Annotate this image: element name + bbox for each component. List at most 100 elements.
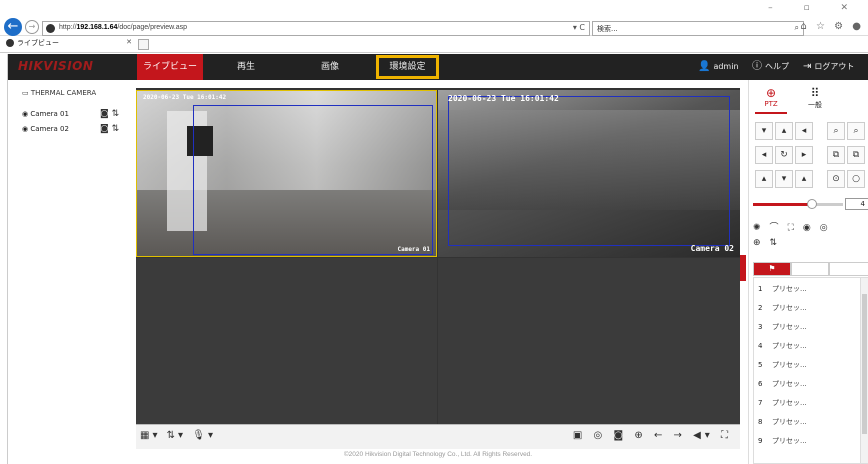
- slider-knob[interactable]: [807, 199, 818, 209]
- preset-label: プリセッ...: [772, 399, 807, 407]
- help-link[interactable]: ⓘ ヘルプ: [752, 54, 789, 80]
- list-item[interactable]: 2 プリセッ...: [758, 303, 807, 313]
- microphone-icon[interactable]: 🎙▾: [192, 430, 216, 441]
- list-item[interactable]: 6 プリセッ...: [758, 379, 807, 389]
- copyright: ©2020 Hikvision Digital Technology Co., …: [343, 451, 533, 458]
- tab-close-icon[interactable]: ✕: [126, 38, 132, 46]
- logout-link[interactable]: ⇥ ログアウト: [803, 54, 854, 80]
- manual-track-icon[interactable]: ◎: [820, 223, 837, 233]
- forward-icon[interactable]: →: [25, 20, 39, 34]
- new-tab-button[interactable]: [138, 39, 149, 50]
- capture-icon[interactable]: ◎: [594, 430, 607, 441]
- preset-scrollbar[interactable]: [860, 278, 868, 463]
- nav-liveview[interactable]: ライブビュー: [137, 54, 203, 80]
- list-item[interactable]: 4 プリセッ...: [758, 341, 807, 351]
- tab-general[interactable]: ⠿ 一般: [795, 86, 835, 110]
- panel-collapse-handle[interactable]: [740, 255, 746, 281]
- back-icon[interactable]: ←: [4, 18, 22, 36]
- light-icon[interactable]: ✺: [753, 223, 770, 233]
- address-bar[interactable]: http://192.168.1.64/doc/page/preview.asp…: [42, 21, 590, 36]
- ptz-down-left-button[interactable]: ▴: [755, 170, 773, 188]
- home-star-gear-icons[interactable]: ⌂ ☆ ⚙ ●: [800, 21, 864, 32]
- video-pane-empty-3[interactable]: [136, 258, 437, 424]
- list-item[interactable]: 3 プリセッ...: [758, 322, 807, 332]
- iris-open-button[interactable]: ⊙: [827, 170, 845, 188]
- list-item[interactable]: 8 プリセッ...: [758, 417, 807, 427]
- volume-icon[interactable]: ◀▾: [693, 430, 714, 441]
- ptz-auto-button[interactable]: ↻: [775, 146, 793, 164]
- ptz-tab-icon: ⊕: [765, 86, 777, 100]
- logout-label: ログアウト: [814, 62, 855, 71]
- ptz-down-button[interactable]: ▾: [775, 170, 793, 188]
- focus-near-button[interactable]: ⧉: [827, 146, 845, 164]
- tab-patterns[interactable]: [829, 262, 868, 276]
- site-favicon-icon: [46, 24, 55, 33]
- list-item[interactable]: 5 プリセッ...: [758, 360, 807, 370]
- tracking-icon[interactable]: ⇅: [770, 238, 787, 248]
- record-icon[interactable]: ◙: [100, 124, 109, 134]
- tree-item-label: Camera 02: [30, 125, 69, 133]
- tree-item-label: Camera 01: [30, 110, 69, 118]
- prev-page-icon[interactable]: ←: [654, 430, 666, 441]
- stop-all-icon[interactable]: ▣: [573, 430, 586, 441]
- user-menu[interactable]: 👤 admin: [698, 54, 739, 80]
- preset-label: プリセッ...: [772, 304, 807, 312]
- record-all-icon[interactable]: ◙: [613, 430, 627, 441]
- ptz-up-button[interactable]: ▴: [775, 122, 793, 140]
- tab-presets[interactable]: ⚑: [753, 262, 791, 276]
- ptz-speed-slider[interactable]: [753, 199, 843, 209]
- tab-strip: ライブビュー ✕: [0, 36, 868, 53]
- search-icon[interactable]: ⌕: [795, 23, 799, 33]
- list-item[interactable]: 1 プリセッ...: [758, 284, 807, 294]
- zoom-in-button[interactable]: ⌕: [827, 122, 845, 140]
- lens-init-icon[interactable]: ◉: [803, 223, 820, 233]
- layout-icon[interactable]: ▦▾: [140, 430, 160, 441]
- nav-playback[interactable]: 再生: [218, 54, 274, 80]
- tab-ptz-label: PTZ: [764, 100, 778, 108]
- tree-item-camera-01[interactable]: ◉ Camera 01 ◙ ⇅: [22, 109, 119, 119]
- refresh-icon[interactable]: ▾ C: [573, 23, 585, 32]
- preset-num: 6: [758, 380, 763, 388]
- record-icon[interactable]: ◙: [100, 109, 109, 119]
- fullscreen-icon[interactable]: ⛶: [721, 430, 732, 441]
- preset-num: 5: [758, 361, 763, 369]
- ptz-right-button[interactable]: ▸: [795, 146, 813, 164]
- video-pane-empty-4[interactable]: [438, 258, 740, 424]
- nav-configuration[interactable]: 環境設定: [376, 55, 439, 79]
- wiper-icon[interactable]: ⌒: [770, 223, 788, 233]
- tree-root[interactable]: ▭ THERMAL CAMERA: [22, 89, 96, 97]
- preset-num: 2: [758, 304, 763, 312]
- ptz-up-left-button[interactable]: ▾: [755, 122, 773, 140]
- focus-far-button[interactable]: ⧉: [847, 146, 865, 164]
- ptz-icon[interactable]: ⇅: [112, 124, 120, 134]
- video-pane-camera-02[interactable]: 2020-06-23 Tue 16:01:42 Camera 02: [438, 90, 740, 257]
- next-page-icon[interactable]: →: [674, 430, 686, 441]
- video-grid: 2020-06-23 Tue 16:01:42 Camera 01 2020-0…: [136, 88, 740, 424]
- ptz-left-button[interactable]: ◂: [755, 146, 773, 164]
- preset-num: 8: [758, 418, 763, 426]
- preset-num: 4: [758, 342, 763, 350]
- window-controls[interactable]: – ▫ ✕: [768, 3, 862, 13]
- zoom-out-button[interactable]: ⌕: [847, 122, 865, 140]
- ptz-up-right-button[interactable]: ◂: [795, 122, 813, 140]
- scrollbar-thumb[interactable]: [862, 294, 867, 434]
- ptz-icon[interactable]: ⇅: [112, 109, 120, 119]
- tab-patrols[interactable]: [791, 262, 829, 276]
- iris-close-button[interactable]: ○: [847, 170, 865, 188]
- browser-search-input[interactable]: 検索... ⌕: [592, 21, 804, 36]
- focus-assist-icon[interactable]: ⛶: [788, 223, 803, 233]
- grid-icon: ⠿: [810, 86, 820, 100]
- slider-fill: [753, 203, 813, 206]
- stream-icon[interactable]: ⇅▾: [167, 430, 186, 441]
- video-pane-camera-01[interactable]: 2020-06-23 Tue 16:01:42 Camera 01: [136, 90, 437, 257]
- zoom-3d-icon[interactable]: ⊕: [753, 238, 770, 248]
- nav-picture[interactable]: 画像: [302, 54, 358, 80]
- tab-liveview[interactable]: ライブビュー ✕: [6, 38, 136, 52]
- list-item[interactable]: 9 プリセッ...: [758, 436, 807, 446]
- list-item[interactable]: 7 プリセッ...: [758, 398, 807, 408]
- tree-item-camera-02[interactable]: ◉ Camera 02 ◙ ⇅: [22, 124, 119, 134]
- zoom-icon[interactable]: ⊕: [634, 430, 646, 441]
- ptz-down-right-button[interactable]: ▴: [795, 170, 813, 188]
- preset-label: プリセッ...: [772, 323, 807, 331]
- tab-ptz[interactable]: ⊕ PTZ: [751, 86, 791, 114]
